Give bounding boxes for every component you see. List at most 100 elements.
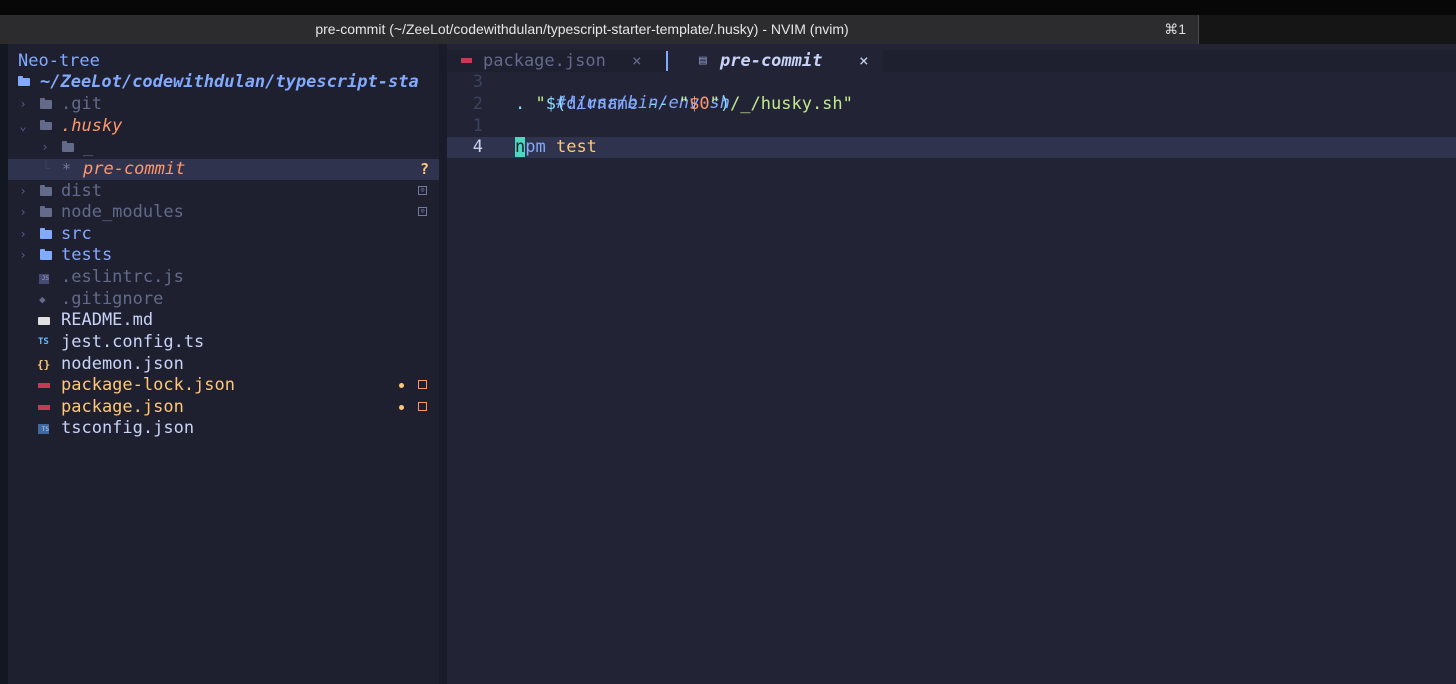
chevron-right-icon: › — [41, 140, 49, 154]
tree-item-dist[interactable]: › dist ⊘ — [8, 181, 439, 202]
tab-bar: package.json × ▤ pre-commit × — [447, 50, 1456, 72]
git-untracked-icon: ? — [419, 160, 429, 178]
tree-item-label: _ — [83, 137, 94, 157]
tree-root[interactable]: ~/ZeeLot/codewithdulan/typescript-sta — [8, 72, 439, 93]
npm-file-icon — [461, 58, 472, 63]
code-line-4[interactable]: npm test — [515, 137, 597, 158]
tab-pre-commit[interactable]: ▤ pre-commit × — [668, 50, 883, 72]
modified-dot-icon — [399, 405, 404, 410]
editor-pane[interactable]: package.json × ▤ pre-commit × 3 2 1 4 #!… — [447, 44, 1456, 684]
tree-item-eslintrc[interactable]: JS .eslintrc.js — [8, 267, 439, 288]
tree-item-package-json[interactable]: package.json — [8, 397, 439, 418]
close-icon[interactable]: × — [632, 50, 642, 72]
code-token: " — [678, 94, 690, 114]
markdown-file-icon — [38, 317, 50, 325]
folder-open-icon — [18, 76, 30, 86]
code-token: . — [515, 94, 536, 114]
tree-item-label: jest.config.ts — [61, 332, 205, 352]
tree-item-label: .git — [61, 94, 102, 114]
tab-shortcut: ⌘1 — [1164, 21, 1186, 37]
tree-item-nodemon[interactable]: {} nodemon.json — [8, 354, 439, 375]
text-cursor: n — [515, 137, 526, 157]
chevron-right-icon: › — [19, 227, 27, 241]
tree-item-label: tests — [61, 245, 113, 265]
tree-item-readme[interactable]: README.md — [8, 310, 439, 331]
folder-icon — [40, 185, 52, 196]
code-token: ) — [719, 94, 731, 114]
menu-strip — [0, 0, 1456, 15]
tree-item-label: package-lock.json — [61, 375, 235, 395]
tree-item-pre-commit[interactable]: └ * pre-commit ? — [8, 159, 439, 180]
tree-item-label: src — [61, 224, 92, 244]
git-file-icon: ◆ — [39, 293, 46, 306]
neo-tree-sidebar: Neo-tree ~/ZeeLot/codewithdulan/typescri… — [8, 44, 439, 684]
code-line-1[interactable]: #!/usr/bin/env sh — [515, 72, 730, 113]
close-icon[interactable]: × — [859, 50, 869, 72]
git-modified-icon — [418, 402, 427, 411]
tree-item-jest-config[interactable]: TS jest.config.ts — [8, 332, 439, 353]
tree-item-tsconfig[interactable]: TS tsconfig.json — [8, 418, 439, 439]
line-number: 1 — [472, 116, 483, 136]
tree-item-underscore[interactable]: › _ — [8, 137, 439, 158]
code-token: $( — [545, 94, 567, 114]
document-icon: ▤ — [699, 53, 707, 68]
folder-icon — [40, 249, 52, 260]
window-titlebar: pre-commit (~/ZeeLot/codewithdulan/types… — [0, 0, 1456, 44]
tab-label: pre-commit — [720, 51, 823, 71]
window-split[interactable] — [439, 44, 447, 684]
tree-item-label: node_modules — [61, 202, 184, 222]
tree-item-label: dist — [61, 181, 102, 201]
tree-item-gitignore[interactable]: ◆ .gitignore — [8, 289, 439, 310]
line-number: 3 — [472, 72, 483, 92]
tree-item-label: .husky — [61, 116, 123, 136]
chevron-right-icon: › — [19, 205, 27, 219]
tab-package-json[interactable]: package.json × — [447, 50, 666, 72]
line-number: 2 — [472, 94, 483, 114]
tree-item-node-modules[interactable]: › node_modules ⊘ — [8, 202, 439, 223]
npm-file-icon — [38, 405, 50, 410]
ts-file-icon: TS — [38, 337, 49, 347]
tree-item-package-lock[interactable]: package-lock.json — [8, 375, 439, 396]
code-token: " — [535, 94, 546, 114]
chevron-right-icon: › — [19, 184, 27, 198]
tree-item-label: .eslintrc.js — [61, 267, 184, 287]
code-token: dirname — [566, 94, 638, 114]
code-token: pm — [525, 137, 546, 157]
window-left-edge — [0, 44, 8, 684]
git-ignored-icon: ⊘ — [418, 207, 427, 216]
tree-item-src[interactable]: › src — [8, 224, 439, 245]
git-ignored-icon: ⊘ — [418, 186, 427, 195]
root-path: ~/ZeeLot/codewithdulan/typescript-sta — [40, 72, 419, 92]
code-token: /_/husky.sh" — [730, 94, 853, 114]
line-number-current: 4 — [472, 137, 483, 157]
tsconfig-file-icon: TS — [38, 424, 49, 434]
folder-icon — [40, 206, 52, 217]
tree-item-label: package.json — [61, 397, 184, 417]
tree-item-tests[interactable]: › tests — [8, 245, 439, 266]
npm-file-icon — [38, 383, 50, 388]
code-token: $0 — [689, 94, 710, 114]
chevron-right-icon: › — [19, 97, 27, 111]
tree-item-label: pre-commit — [83, 159, 186, 179]
tab-label: package.json — [483, 51, 606, 71]
js-file-icon: JS — [39, 274, 49, 284]
tree-item-label: .gitignore — [61, 289, 164, 309]
tree-item-label: nodemon.json — [61, 354, 184, 374]
window-title: pre-commit (~/ZeeLot/codewithdulan/types… — [315, 21, 849, 37]
tree-guide-icon: └ — [42, 162, 50, 177]
tree-item-git[interactable]: › .git — [8, 94, 439, 115]
code-token: -- — [637, 94, 679, 114]
modified-dot-icon — [399, 383, 404, 388]
chevron-down-icon: ⌄ — [19, 119, 27, 133]
tree-item-husky[interactable]: ⌄ .husky — [8, 116, 439, 137]
folder-open-icon — [40, 120, 52, 130]
folder-icon — [40, 228, 52, 239]
tree-item-label: tsconfig.json — [61, 418, 195, 438]
asterisk-icon: * — [62, 160, 72, 178]
terminal-tab[interactable]: pre-commit (~/ZeeLot/codewithdulan/types… — [0, 15, 1199, 44]
code-line-2[interactable]: . "$(dirname -- "$0")/_/husky.sh" — [515, 94, 853, 115]
code-token: " — [709, 94, 720, 114]
git-modified-icon — [418, 380, 427, 389]
sidebar-header: Neo-tree — [18, 51, 100, 71]
tree-item-label: README.md — [61, 310, 154, 330]
